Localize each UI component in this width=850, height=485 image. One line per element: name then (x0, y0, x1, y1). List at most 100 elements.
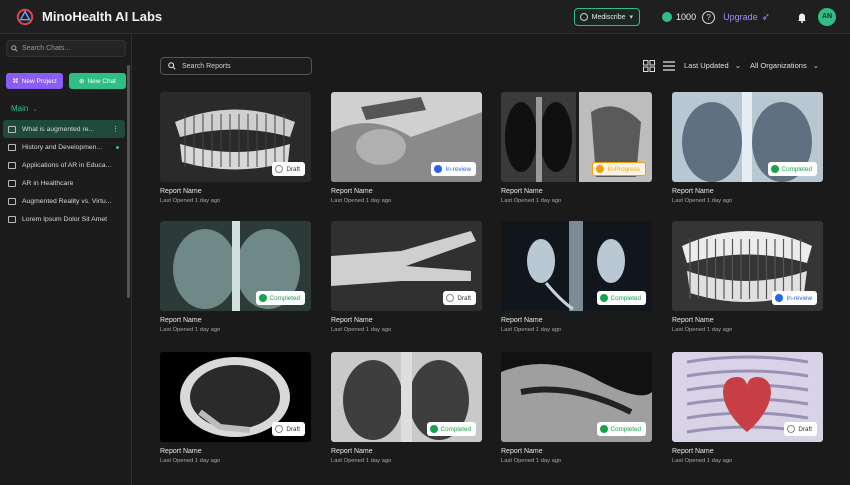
status-badge: In-Progress (592, 162, 646, 176)
chat-bubble-icon (8, 125, 16, 133)
sidebar: Search Chats... ⌘ New Project ⊕ New Chat… (0, 34, 132, 485)
minohealth-logo-icon (16, 8, 34, 25)
status-badge: Draft (784, 422, 817, 436)
status-badge: Completed (596, 422, 646, 436)
report-card[interactable]: Completed Report Name Last Opened 1 day ag… (331, 352, 483, 464)
report-name: Report Name (331, 188, 373, 195)
chat-item[interactable]: History and Developmen... (3, 138, 125, 156)
report-thumbnail: In-review (331, 92, 482, 182)
credits-display: 1000 (662, 12, 696, 22)
report-card[interactable]: Completed Report Name Last Opened 1 day ag… (501, 221, 653, 333)
report-thumbnail: Draft (160, 92, 311, 182)
sort-dropdown[interactable]: Last Updated ⌄ (684, 61, 741, 70)
upgrade-link[interactable]: Upgrade (723, 12, 758, 22)
bell-icon[interactable] (796, 11, 808, 23)
chat-search-placeholder: Search Chats... (22, 45, 71, 52)
report-last-opened: Last Opened 1 day ago (331, 198, 392, 204)
status-label: Completed (610, 425, 641, 433)
product-switcher[interactable]: Mediscribe ▾ (573, 8, 641, 26)
report-card[interactable]: In-review Report Name Last Opened 1 day ag… (331, 92, 483, 204)
new-chat-button[interactable]: ⊕ New Chat (69, 73, 126, 89)
report-name: Report Name (501, 188, 543, 195)
status-icon (258, 294, 267, 302)
chat-list: What is augmented re... ⋮ History and De… (3, 120, 125, 228)
list-view-icon[interactable] (663, 61, 675, 71)
report-card[interactable]: Completed Report Name Last Opened 1 day ag… (672, 92, 824, 204)
report-thumbnail: Completed (501, 352, 652, 442)
report-thumbnail: Draft (672, 352, 823, 442)
chat-search-input[interactable]: Search Chats... (6, 40, 126, 57)
status-label: Draft (457, 294, 471, 302)
report-name: Report Name (672, 317, 714, 324)
report-last-opened: Last Opened 1 day ago (501, 198, 562, 204)
status-badge: Completed (255, 291, 305, 305)
new-project-label: New Project (21, 77, 57, 85)
report-card[interactable]: In-review Report Name Last Opened 1 day ag… (672, 221, 824, 333)
status-label: In-review (445, 165, 471, 173)
report-thumbnail: Completed (501, 221, 652, 311)
status-icon (775, 294, 784, 302)
status-icon (599, 425, 608, 433)
report-search-input[interactable]: Search Reports (160, 57, 312, 75)
status-badge: Completed (767, 162, 817, 176)
chat-item[interactable]: Applications of AR in Educa... (3, 156, 125, 174)
status-badge: Draft (443, 291, 476, 305)
chat-item-label: AR in Healthcare (22, 179, 74, 187)
report-card[interactable]: In-Progress Report Name Last Opened 1 day … (501, 92, 653, 204)
report-card[interactable]: Completed Report Name Last Opened 1 day ag… (501, 352, 653, 464)
report-name: Report Name (160, 448, 202, 455)
chat-item-label: What is augmented re... (22, 125, 95, 133)
report-last-opened: Last Opened 1 day ago (501, 327, 562, 333)
report-name: Report Name (331, 448, 373, 455)
chat-item[interactable]: Augmented Reality vs. Virtu... (3, 192, 125, 210)
status-label: Completed (440, 425, 471, 433)
report-name: Report Name (501, 448, 543, 455)
credits-value: 1000 (676, 12, 697, 22)
organization-dropdown[interactable]: All Organizations ⌄ (750, 61, 819, 70)
avatar[interactable]: AN (818, 8, 836, 26)
report-search-placeholder: Search Reports (182, 62, 231, 70)
report-card[interactable]: Completed Report Name Last Opened 1 day ag… (160, 221, 312, 333)
chat-item-label: Applications of AR in Educa... (22, 161, 112, 169)
product-icon (579, 13, 588, 21)
status-badge: Completed (596, 291, 646, 305)
status-label: Completed (781, 165, 812, 173)
report-card[interactable]: Draft Report Name Last Opened 1 day ago (160, 352, 312, 464)
rocket-icon: ➶ (761, 11, 770, 23)
report-last-opened: Last Opened 1 day ago (672, 198, 733, 204)
help-icon[interactable]: ? (702, 10, 716, 24)
chevron-down-icon: ⌄ (812, 61, 820, 70)
chat-item[interactable]: AR in Healthcare (3, 174, 125, 192)
status-icon (446, 294, 455, 302)
chat-bubble-icon (8, 215, 16, 223)
report-name: Report Name (331, 317, 373, 324)
chat-bubble-icon (8, 179, 16, 187)
report-card[interactable]: Draft Report Name Last Opened 1 day ago (331, 221, 483, 333)
report-name: Report Name (501, 317, 543, 324)
chat-item[interactable]: What is augmented re... ⋮ (3, 120, 125, 138)
report-name: Report Name (672, 188, 714, 195)
chat-item-label: Lorem Ipsum Dolor Sit Amet (22, 215, 107, 223)
section-main[interactable]: Main ⌄ (11, 104, 37, 113)
status-icon (596, 165, 605, 173)
top-bar: MinoHealth AI Labs Mediscribe ▾ 1000 ? U… (0, 0, 850, 34)
report-card[interactable]: Draft Report Name Last Opened 1 day ago (672, 352, 824, 464)
grid-view-icon[interactable] (643, 60, 655, 72)
report-last-opened: Last Opened 1 day ago (331, 458, 392, 464)
status-badge: In-review (772, 291, 817, 305)
status-label: Draft (798, 425, 812, 433)
status-badge: Draft (272, 162, 305, 176)
new-project-button[interactable]: ⌘ New Project (6, 73, 63, 89)
sidebar-scrollbar[interactable] (127, 65, 130, 298)
report-card[interactable]: Draft Report Name Last Opened 1 day ago (160, 92, 312, 204)
status-icon (275, 425, 284, 433)
app-title: MinoHealth AI Labs (42, 9, 163, 24)
new-chat-label: New Chat (87, 77, 116, 85)
more-icon[interactable]: ⋮ (112, 125, 119, 133)
chat-item[interactable]: Lorem Ipsum Dolor Sit Amet (3, 210, 125, 228)
status-icon (275, 165, 284, 173)
product-label: Mediscribe (591, 13, 626, 21)
chat-bubble-icon (8, 197, 16, 205)
chat-bubble-icon (8, 161, 16, 169)
status-icon (599, 294, 608, 302)
